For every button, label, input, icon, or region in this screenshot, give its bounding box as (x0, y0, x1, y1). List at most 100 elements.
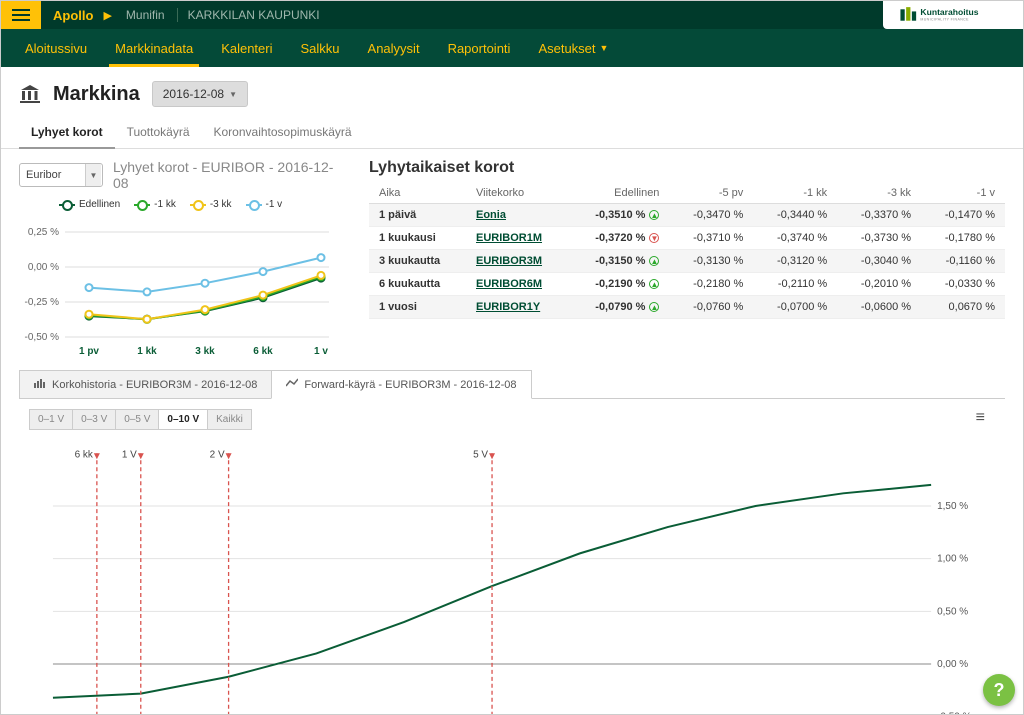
chevron-down-icon: ▼ (229, 90, 237, 99)
logo-text: Kuntarahoitus (921, 7, 979, 17)
sub-tabs: Lyhyet korotTuottokäyräKoronvaihtosopimu… (1, 115, 1023, 149)
subtab-0[interactable]: Lyhyet korot (19, 115, 115, 149)
nav-item-markkinadata[interactable]: Markkinadata (101, 29, 207, 67)
range-button[interactable]: 0–10 V (158, 409, 208, 430)
breadcrumb-2[interactable]: KARKKILAN KAUPUNKI (177, 8, 320, 22)
range-button[interactable]: 0–3 V (72, 409, 116, 430)
reference-rate-link[interactable]: EURIBOR1M (476, 232, 542, 244)
page-title: Markkina (53, 83, 140, 106)
chevron-down-icon: ▼ (600, 43, 609, 53)
cell-aika: 1 kuukausi (369, 227, 466, 250)
nav-item-asetukset[interactable]: Asetukset▼ (524, 29, 622, 67)
cell-edellinen: -0,0790 %▲ (569, 296, 670, 319)
range-button[interactable]: 0–5 V (115, 409, 159, 430)
date-picker-value: 2016-12-08 (163, 87, 224, 101)
arrow-down-icon: ▼ (649, 233, 659, 243)
help-bubble-icon[interactable]: ? (983, 674, 1015, 706)
legend-item: -3 kk (190, 199, 232, 210)
series-point (86, 284, 93, 291)
nav-item-aloitussivu[interactable]: Aloitussivu (11, 29, 101, 67)
cell-value: -0,3130 % (669, 250, 753, 273)
nav-item-analyysit[interactable]: Analyysit (354, 29, 434, 67)
marker-label: 5 V (473, 449, 488, 460)
top-bar: Apollo ▶ Munifin KARKKILAN KAUPUNKI Kunt… (1, 1, 1023, 29)
range-button[interactable]: Kaikki (207, 409, 252, 430)
reference-rate-link[interactable]: Eonia (476, 209, 506, 221)
small-chart-title: Lyhyet korot - EURIBOR - 2016-12-08 (113, 159, 349, 191)
rates-header: -1 kk (753, 183, 837, 204)
y-tick: 1,50 % (937, 501, 968, 512)
y-tick: 0,00 % (937, 659, 968, 670)
range-buttons: 0–1 V0–3 V0–5 V0–10 VKaikki ≡ (19, 399, 1005, 436)
cell-edellinen: -0,3720 % ▼ (569, 227, 670, 250)
chart-tab-label: Korkohistoria - EURIBOR3M - 2016-12-08 (52, 379, 257, 391)
line-chart-icon (286, 378, 298, 391)
reference-rate-link[interactable]: EURIBOR6M (476, 278, 542, 290)
small-chart: 0,25 % 0,00 % -0,25 % -0,50 % 1 pv 1 kk … (19, 212, 339, 362)
rate-select-value: Euribor (26, 169, 61, 181)
marker-label: 6 kk (75, 449, 93, 460)
cell-edellinen-value: -0,3510 % (595, 209, 645, 221)
series-point (86, 311, 93, 318)
table-row: 3 kuukauttaEURIBOR3M-0,3150 %▲-0,3130 %-… (369, 250, 1005, 273)
chevron-down-icon: ▼ (85, 164, 101, 186)
cell-value: -0,3730 % (837, 227, 921, 250)
series-point (318, 272, 325, 279)
legend-marker-icon (134, 204, 150, 206)
x-tick: 3 kk (195, 346, 215, 357)
cell-value: -0,0700 % (753, 296, 837, 319)
series-point (144, 316, 151, 323)
series-point (260, 268, 267, 275)
main-nav: AloitussivuMarkkinadataKalenteriSalkkuAn… (1, 29, 1023, 67)
cell-value: -0,3120 % (753, 250, 837, 273)
reference-rate-link[interactable]: EURIBOR1Y (476, 301, 540, 313)
subtab-2[interactable]: Koronvaihtosopimuskäyrä (202, 115, 364, 148)
y-tick: -0,50 % (25, 332, 60, 343)
brand-label[interactable]: Apollo (41, 8, 103, 23)
cell-value: -0,1780 % (921, 227, 1005, 250)
x-tick: 1 kk (137, 346, 157, 357)
cell-value: -0,0330 % (921, 273, 1005, 296)
subtab-1[interactable]: Tuottokäyrä (115, 115, 202, 148)
cell-value: -0,3440 % (753, 204, 837, 227)
chevron-right-icon: ▶ (103, 9, 111, 22)
legend-marker-icon (190, 204, 206, 206)
cell-value: -0,1160 % (921, 250, 1005, 273)
nav-item-raportointi[interactable]: Raportointi (434, 29, 525, 67)
rates-header: -5 pv (669, 183, 753, 204)
rates-header: Viitekorko (466, 183, 569, 204)
cell-value: -0,3710 % (669, 227, 753, 250)
y-tick: 0,00 % (28, 262, 59, 273)
cell-ref: Eonia (466, 204, 569, 227)
reference-rate-link[interactable]: EURIBOR3M (476, 255, 542, 267)
content-area: Euribor ▼ Lyhyet korot - EURIBOR - 2016-… (1, 149, 1023, 715)
x-tick: 1 pv (79, 346, 99, 357)
hamburger-icon[interactable] (1, 1, 41, 29)
legend-item: -1 kk (134, 199, 176, 210)
cell-aika: 3 kuukautta (369, 250, 466, 273)
cell-value: -0,1470 % (921, 204, 1005, 227)
cell-ref: EURIBOR3M (466, 250, 569, 273)
chart-tab-label: Forward-käyrä - EURIBOR3M - 2016-12-08 (304, 379, 516, 391)
cell-value: -0,2180 % (669, 273, 753, 296)
cell-edellinen-value: -0,3720 % (595, 232, 645, 244)
nav-item-salkku[interactable]: Salkku (287, 29, 354, 67)
y-tick: 1,00 % (937, 554, 968, 565)
small-chart-legend: Edellinen-1 kk-3 kk-1 v (19, 197, 349, 212)
table-row: 6 kuukauttaEURIBOR6M-0,2190 %▲-0,2180 %-… (369, 273, 1005, 296)
nav-item-kalenteri[interactable]: Kalenteri (207, 29, 286, 67)
cell-value: -0,2010 % (837, 273, 921, 296)
cell-aika: 1 vuosi (369, 296, 466, 319)
range-button[interactable]: 0–1 V (29, 409, 73, 430)
date-picker-button[interactable]: 2016-12-08 ▼ (152, 81, 248, 107)
cell-ref: EURIBOR1M (466, 227, 569, 250)
chart-menu-icon[interactable]: ≡ (976, 409, 985, 427)
page-header: Markkina 2016-12-08 ▼ (1, 67, 1023, 115)
breadcrumb-1[interactable]: Munifin (118, 8, 173, 22)
arrow-up-icon: ▲ (649, 256, 659, 266)
chart-tab-1[interactable]: Forward-käyrä - EURIBOR3M - 2016-12-08 (271, 370, 531, 399)
vendor-logo: Kuntarahoitus MUNICIPALITY FINANCE (883, 1, 1023, 29)
y-tick: 0,25 % (28, 227, 59, 238)
rate-select[interactable]: Euribor ▼ (19, 163, 103, 187)
chart-tab-0[interactable]: Korkohistoria - EURIBOR3M - 2016-12-08 (19, 370, 272, 399)
